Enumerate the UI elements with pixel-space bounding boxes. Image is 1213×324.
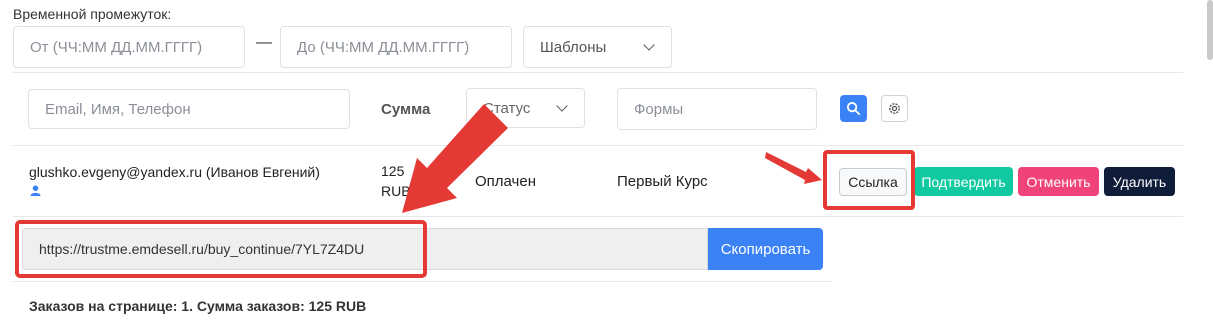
annotation-arrow-large [402,104,508,213]
annotation-arrows [402,104,822,213]
annotation-arrow-small [765,152,822,184]
